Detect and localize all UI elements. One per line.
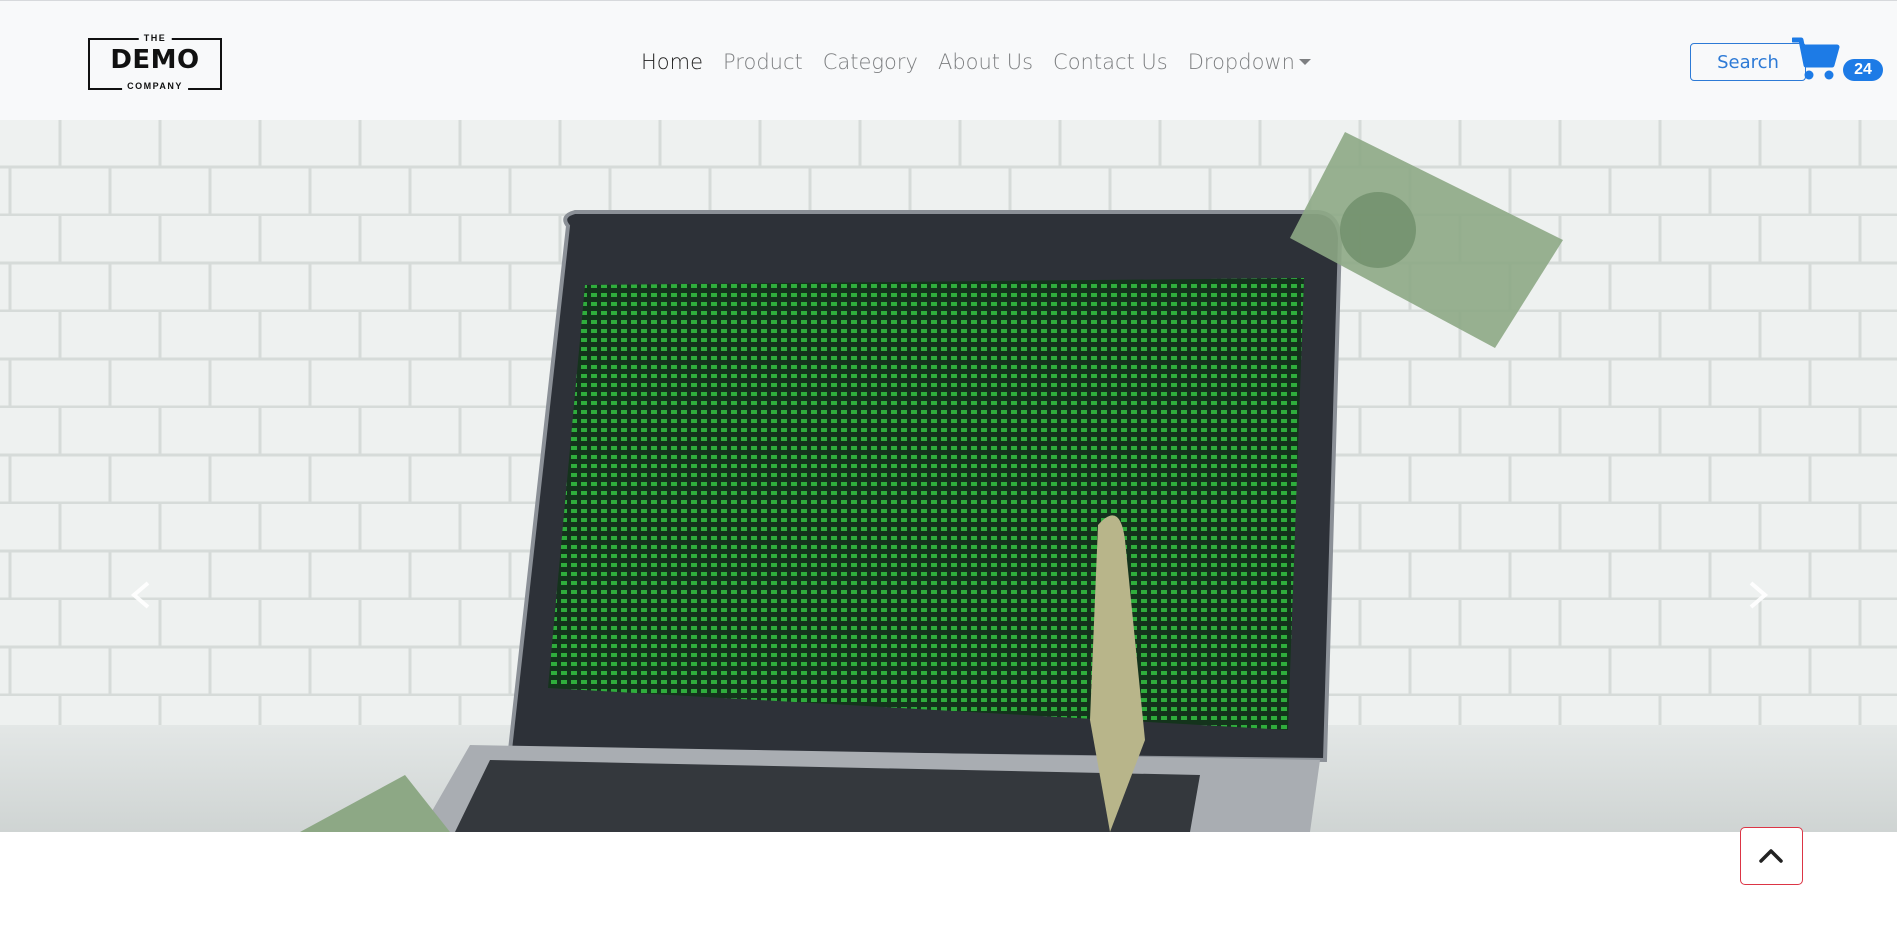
caret-down-icon (1298, 59, 1311, 65)
search-button[interactable]: Search (1690, 43, 1806, 81)
navbar: THE DEMO COMPANY Home Product Category A… (0, 0, 1897, 120)
laptop-money-image (0, 120, 1897, 832)
logo-top-text: THE (138, 33, 172, 43)
cart-icon (1792, 37, 1840, 80)
brand-logo[interactable]: THE DEMO COMPANY (88, 33, 222, 91)
carousel-prev-button[interactable] (122, 575, 162, 615)
nav-category[interactable]: Category (813, 47, 928, 77)
cart-count-badge: 24 (1843, 59, 1883, 81)
cart-button[interactable]: 24 (1792, 37, 1883, 85)
nav-dropdown[interactable]: Dropdown (1178, 47, 1321, 77)
logo-bottom-text: COMPANY (122, 81, 188, 91)
main-nav: Home Product Category About Us Contact U… (631, 47, 1321, 77)
nav-product[interactable]: Product (713, 47, 813, 77)
nav-contact-us[interactable]: Contact Us (1043, 47, 1178, 77)
nav-dropdown-label: Dropdown (1187, 50, 1295, 74)
carousel-next-button[interactable] (1737, 575, 1777, 615)
scroll-to-top-button[interactable] (1740, 827, 1803, 885)
nav-home[interactable]: Home (631, 47, 713, 77)
logo-main-text: DEMO (110, 45, 200, 75)
hero-carousel (0, 120, 1897, 832)
chevron-up-icon (1759, 849, 1783, 863)
nav-about-us[interactable]: About Us (928, 47, 1043, 77)
